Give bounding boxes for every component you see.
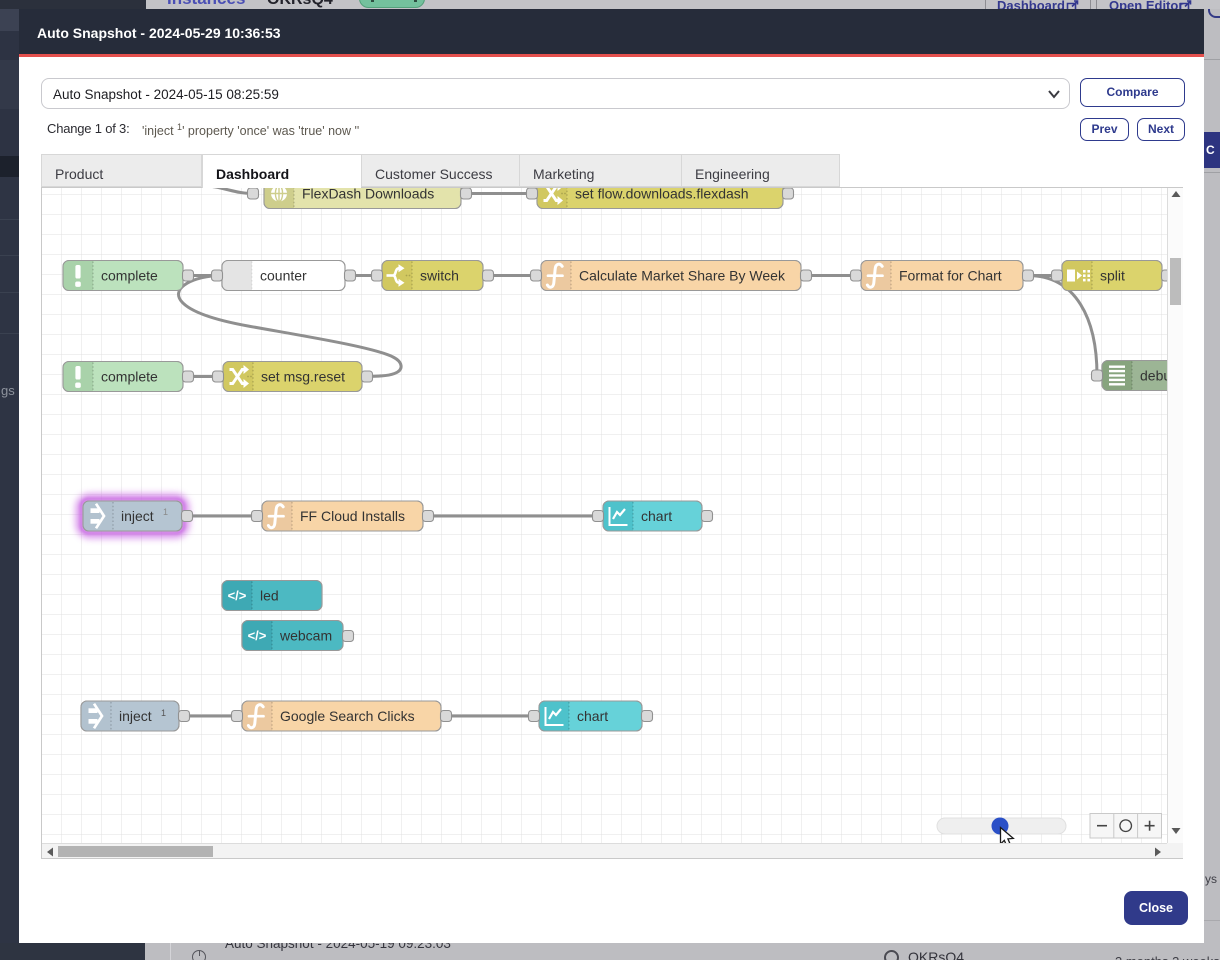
svg-text:Format for Chart: Format for Chart (899, 268, 1002, 284)
svg-text:debug: debug (1140, 368, 1167, 384)
svg-text:complete: complete (101, 369, 158, 385)
svg-text:led: led (260, 588, 279, 604)
svg-text:Google Search Clicks: Google Search Clicks (280, 708, 415, 724)
svg-text:inject: inject (121, 508, 154, 524)
svg-text:1: 1 (161, 708, 166, 718)
svg-text:set msg.reset: set msg.reset (261, 369, 345, 385)
svg-text:chart: chart (641, 508, 672, 524)
svg-text:webcam: webcam (279, 628, 332, 644)
svg-text:inject: inject (119, 708, 152, 724)
svg-text:switch: switch (420, 268, 459, 284)
svg-text:set flow.downloads.flexdash: set flow.downloads.flexdash (575, 188, 749, 202)
svg-text:complete: complete (101, 268, 158, 284)
svg-text:chart: chart (577, 708, 608, 724)
svg-text:FF Cloud Installs: FF Cloud Installs (300, 508, 405, 524)
svg-text:FlexDash Downloads: FlexDash Downloads (302, 188, 434, 202)
svg-text:</>: </> (228, 588, 247, 603)
svg-text:counter: counter (260, 268, 307, 284)
svg-text:Calculate Market Share By Week: Calculate Market Share By Week (579, 268, 786, 284)
svg-text:split: split (1100, 268, 1125, 284)
svg-text:1: 1 (163, 507, 168, 517)
svg-text:</>: </> (248, 628, 267, 643)
